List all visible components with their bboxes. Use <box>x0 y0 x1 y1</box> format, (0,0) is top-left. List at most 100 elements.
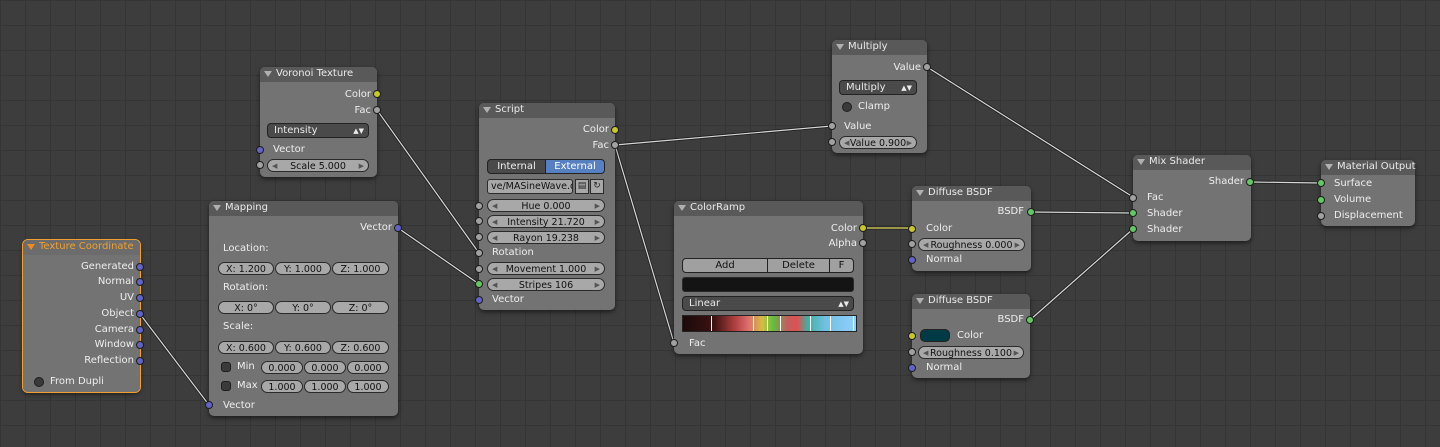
uv-socket[interactable] <box>136 294 144 302</box>
texture-coordinate-node[interactable]: Texture Coordinate Generated Normal UV O… <box>22 239 141 393</box>
script-stripes-socket[interactable] <box>475 280 483 288</box>
diffuse-bsdf-node-1[interactable]: Diffuse BSDF BSDF Color ◀ Roughness 0.000… <box>912 186 1031 271</box>
collapse-triangle-icon[interactable] <box>916 190 924 196</box>
collapse-triangle-icon[interactable] <box>264 71 272 77</box>
coloring-dropdown[interactable]: Intensity ▲▼ <box>267 123 369 138</box>
script-vector-socket[interactable] <box>475 296 483 304</box>
rotation-y-field[interactable]: Y: 0° <box>275 301 331 314</box>
increment-arrow-icon[interactable]: ▶ <box>359 160 364 171</box>
voronoi-scale-socket[interactable] <box>256 161 264 169</box>
max-z-field[interactable]: 1.000 <box>347 380 389 393</box>
mix-shader2-socket[interactable] <box>1129 225 1137 233</box>
collapse-triangle-icon[interactable] <box>1325 164 1333 170</box>
diffuse2-roughness-socket[interactable] <box>908 348 916 356</box>
multiply-math-node[interactable]: Multiply Value Multiply ▲▼ Clamp Value ◀ V… <box>832 40 927 153</box>
location-y-field[interactable]: Y: 1.000 <box>275 262 331 275</box>
material-output-node[interactable]: Material Output Surface Volume Displacem… <box>1321 160 1416 226</box>
voronoi-fac-socket[interactable] <box>373 106 381 114</box>
diffuse2-normal-socket[interactable] <box>908 364 916 372</box>
rotation-z-field[interactable]: Z: 0° <box>332 301 389 314</box>
collapse-triangle-icon[interactable] <box>1137 159 1145 165</box>
script-intensity-socket[interactable] <box>475 217 483 225</box>
camera-socket[interactable] <box>136 326 144 334</box>
value-field[interactable]: ◀ Value 0.900 ▶ <box>839 136 917 149</box>
scale-y-field[interactable]: Y: 0.600 <box>275 341 331 354</box>
collapse-triangle-icon[interactable] <box>27 244 35 250</box>
node-header[interactable]: Multiply <box>832 40 927 55</box>
node-header[interactable]: Mix Shader <box>1133 155 1251 170</box>
output-displacement-socket[interactable] <box>1317 212 1325 220</box>
multiply-input-1-socket[interactable] <box>828 122 836 130</box>
diffuse-bsdf-node-2[interactable]: Diffuse BSDF BSDF Color ◀ Roughness 0.100… <box>912 294 1030 378</box>
rotation-x-field[interactable]: X: 0° <box>218 301 274 314</box>
voronoi-vector-socket[interactable] <box>256 146 264 154</box>
interpolation-dropdown[interactable]: Linear ▲▼ <box>682 296 854 311</box>
reflection-socket[interactable] <box>136 357 144 365</box>
multiply-input-2-socket[interactable] <box>828 138 836 146</box>
operation-dropdown[interactable]: Multiply ▲▼ <box>839 80 917 95</box>
from-dupli-checkbox[interactable] <box>34 377 44 387</box>
output-volume-socket[interactable] <box>1317 196 1325 204</box>
color-ramp-gradient[interactable] <box>682 315 857 332</box>
node-header[interactable]: Mapping <box>209 201 398 216</box>
node-header[interactable]: Diffuse BSDF <box>912 294 1030 309</box>
delete-stop-button[interactable]: Delete <box>767 258 830 273</box>
colorramp-color-socket[interactable] <box>859 224 867 232</box>
location-z-field[interactable]: Z: 1.000 <box>332 262 389 275</box>
mapping-node[interactable]: Mapping Vector Location: X: 1.200 Y: 1.0… <box>209 201 398 416</box>
normal-socket[interactable] <box>136 278 144 286</box>
colorramp-alpha-socket[interactable] <box>859 239 867 247</box>
roughness-field[interactable]: ◀ Roughness 0.100 ▶ <box>918 346 1024 359</box>
mix-shader-node[interactable]: Mix Shader Shader Fac Shader Shader <box>1133 155 1251 241</box>
collapse-triangle-icon[interactable] <box>916 298 924 304</box>
script-movement-socket[interactable] <box>475 265 483 273</box>
clamp-checkbox[interactable] <box>842 102 852 112</box>
mapping-output-socket[interactable] <box>394 224 402 232</box>
mapping-input-socket[interactable] <box>205 401 213 409</box>
intensity-field[interactable]: ◀ Intensity 21.720 ▶ <box>487 215 605 228</box>
max-x-field[interactable]: 1.000 <box>261 380 303 393</box>
node-header[interactable]: ColorRamp <box>674 201 863 216</box>
diffuse2-color-socket[interactable] <box>908 332 916 340</box>
diffuse1-roughness-socket[interactable] <box>908 240 916 248</box>
scale-x-field[interactable]: X: 0.600 <box>218 341 274 354</box>
movement-field[interactable]: ◀ Movement 1.000 ▶ <box>487 262 605 275</box>
min-checkbox[interactable] <box>221 362 231 372</box>
node-header[interactable]: Diffuse BSDF <box>912 186 1031 201</box>
flip-ramp-button[interactable]: F <box>829 258 854 273</box>
decrement-arrow-icon[interactable]: ◀ <box>272 160 277 171</box>
object-socket[interactable] <box>136 310 144 318</box>
mix-output-socket[interactable] <box>1246 178 1254 186</box>
max-y-field[interactable]: 1.000 <box>304 380 346 393</box>
reload-script-icon[interactable]: ↻ <box>590 179 604 194</box>
scale-field[interactable]: ◀ Scale 5.000 ▶ <box>267 159 369 172</box>
multiply-output-socket[interactable] <box>923 63 931 71</box>
script-node[interactable]: Script Color Fac Internal External ve/MA… <box>479 103 615 310</box>
script-rotation-socket[interactable] <box>475 249 483 257</box>
collapse-triangle-icon[interactable] <box>213 205 221 211</box>
mix-shader1-socket[interactable] <box>1129 209 1137 217</box>
max-checkbox[interactable] <box>221 381 231 391</box>
voronoi-color-socket[interactable] <box>373 90 381 98</box>
script-color-socket[interactable] <box>611 126 619 134</box>
external-mode-button[interactable]: External <box>545 159 605 174</box>
diffuse1-normal-socket[interactable] <box>908 256 916 264</box>
collapse-triangle-icon[interactable] <box>836 44 844 50</box>
color-ramp-node[interactable]: ColorRamp Color Alpha Add Delete F Linea… <box>674 201 863 354</box>
internal-mode-button[interactable]: Internal <box>487 159 546 174</box>
location-x-field[interactable]: X: 1.200 <box>218 262 274 275</box>
script-rayon-socket[interactable] <box>475 233 483 241</box>
active-stop-color-swatch[interactable] <box>682 277 854 292</box>
min-y-field[interactable]: 0.000 <box>304 361 346 374</box>
script-hue-socket[interactable] <box>475 202 483 210</box>
window-socket[interactable] <box>136 341 144 349</box>
diffuse2-bsdf-socket[interactable] <box>1026 316 1034 324</box>
node-header[interactable]: Material Output <box>1321 160 1416 175</box>
open-file-folder-icon[interactable]: ▤ <box>575 179 589 194</box>
node-header[interactable]: Script <box>479 103 615 118</box>
diffuse1-bsdf-socket[interactable] <box>1027 208 1035 216</box>
roughness-field[interactable]: ◀ Roughness 0.000 ▶ <box>918 238 1025 251</box>
mix-fac-socket[interactable] <box>1129 194 1137 202</box>
diffuse1-color-socket[interactable] <box>908 225 916 233</box>
node-header[interactable]: Texture Coordinate <box>23 240 140 255</box>
